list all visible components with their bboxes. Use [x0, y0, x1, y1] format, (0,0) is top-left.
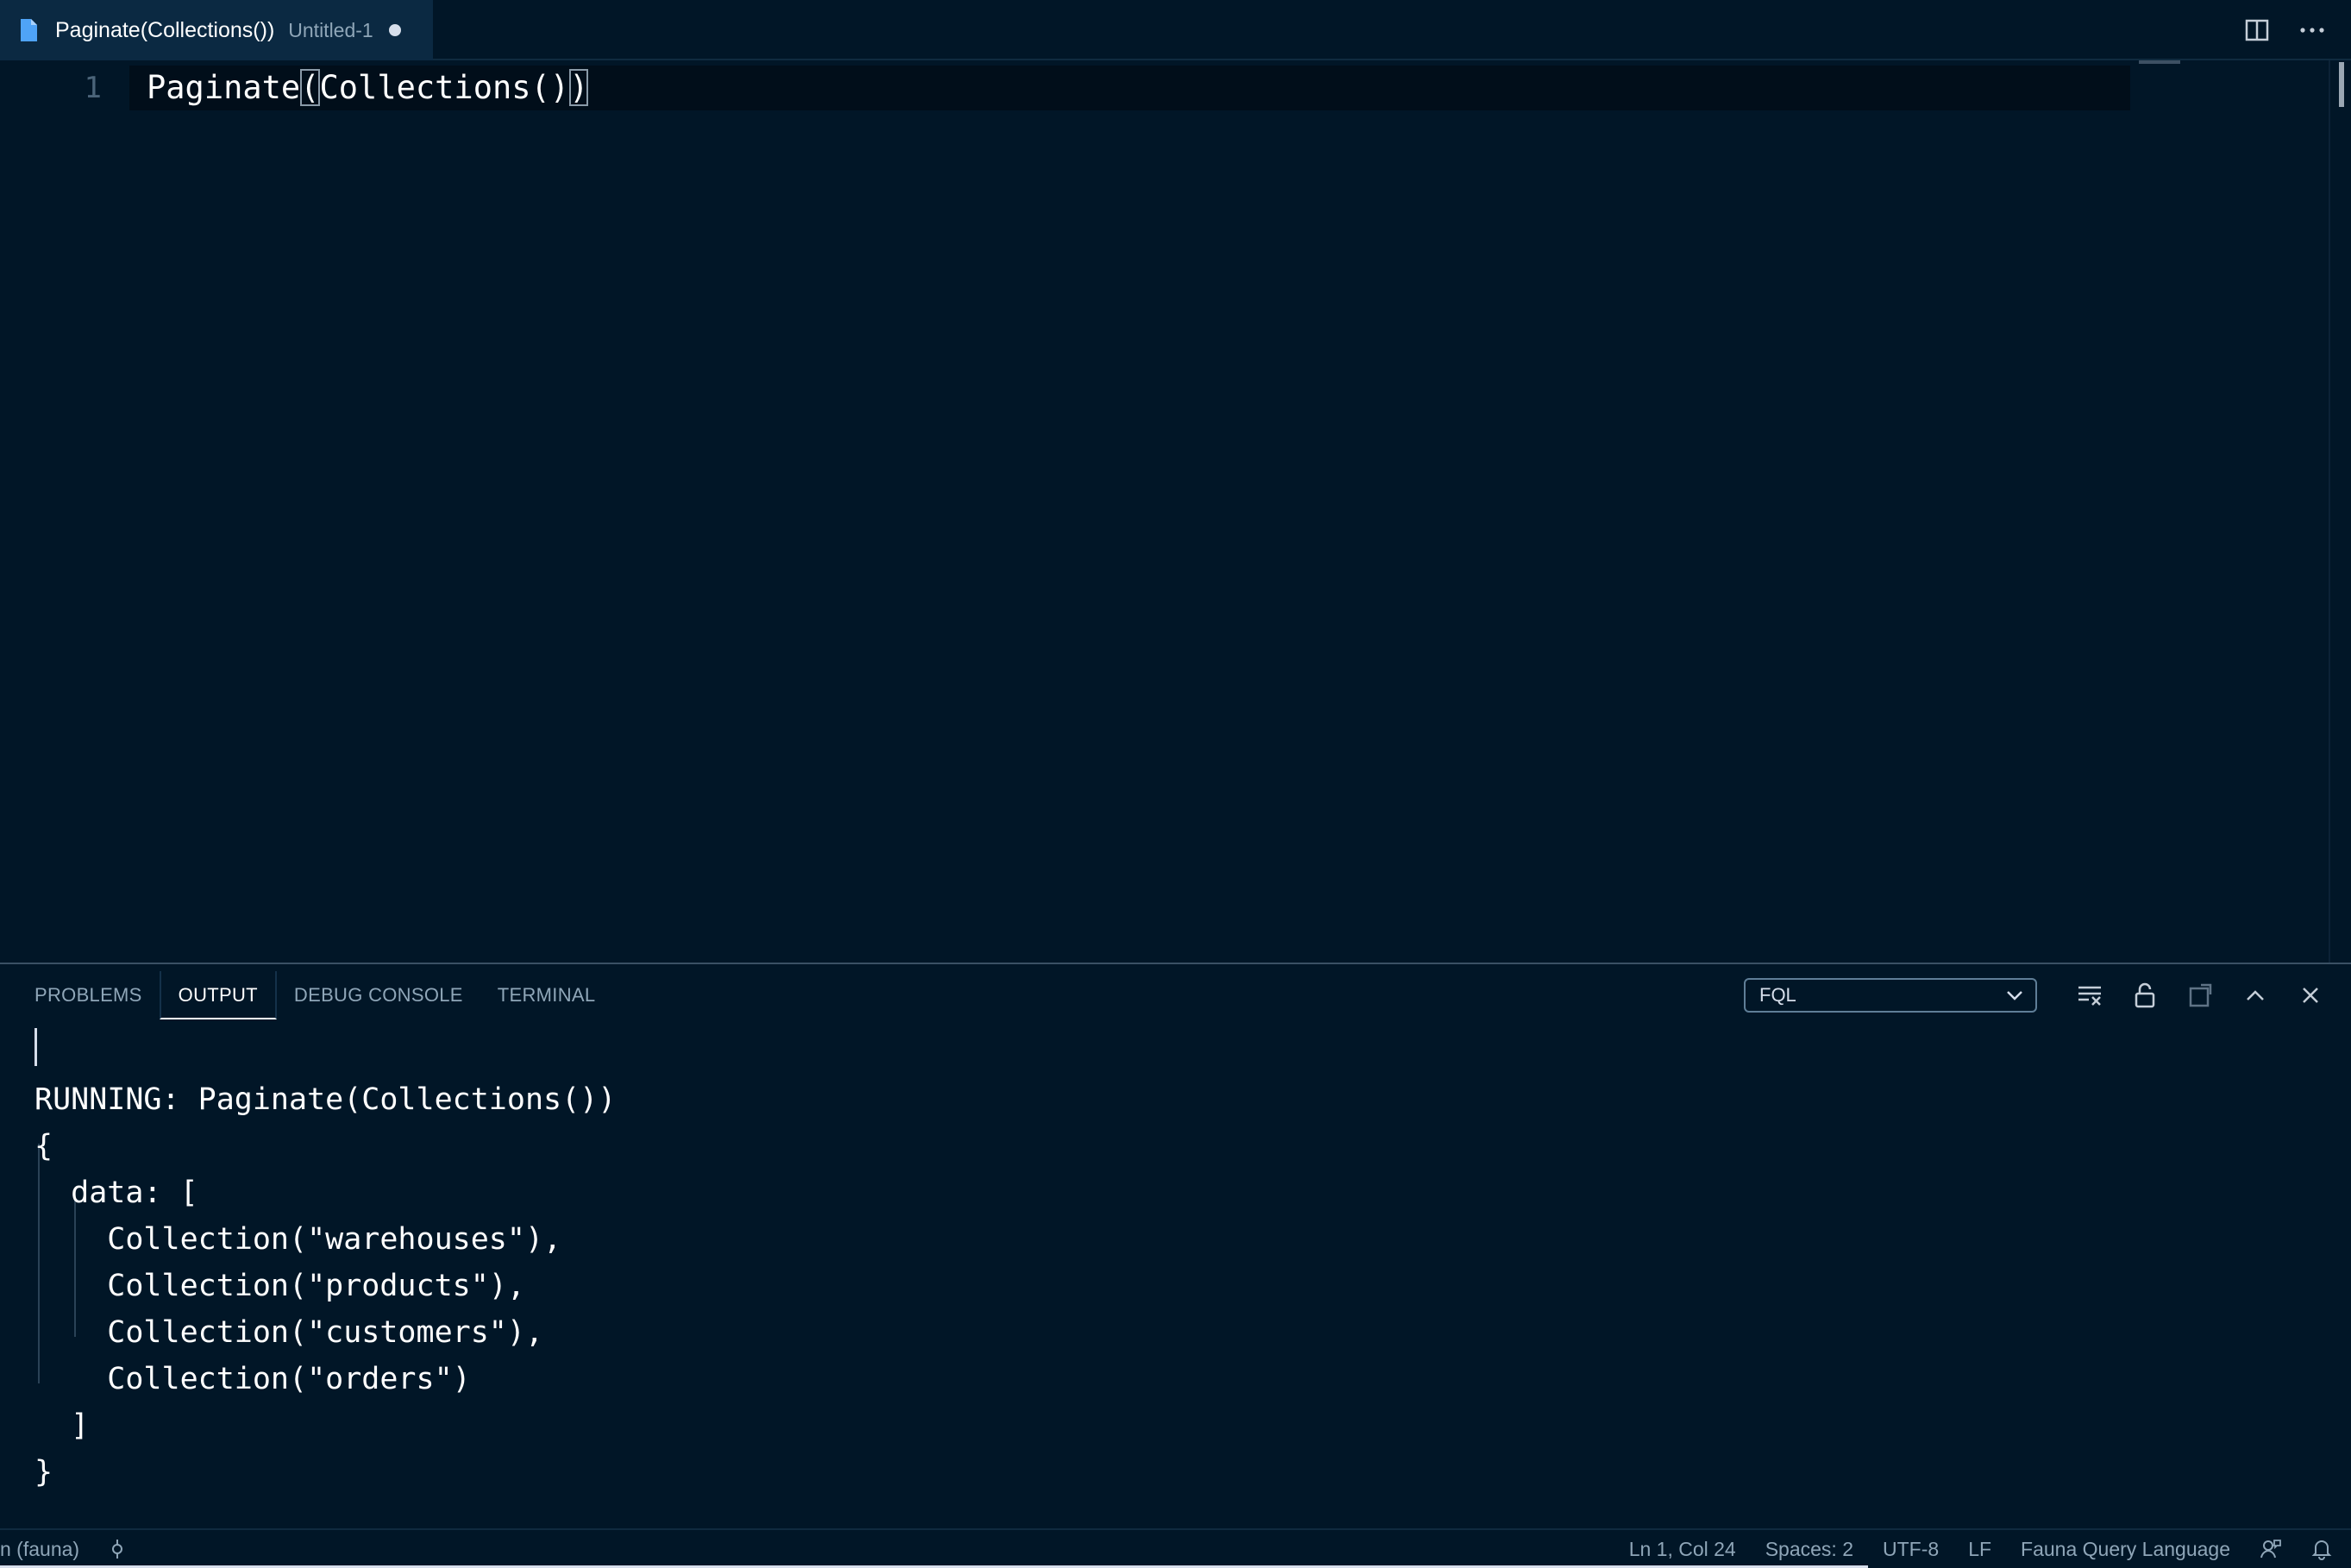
tab-description: Untitled-1 — [288, 18, 373, 41]
output-line: { — [34, 1129, 53, 1163]
git-sync-icon[interactable] — [110, 1538, 124, 1560]
file-icon — [21, 19, 37, 41]
split-editor-icon[interactable] — [2242, 16, 2272, 45]
code-line-1[interactable]: Paginate(Collections()) — [147, 64, 589, 112]
status-encoding[interactable]: UTF-8 — [1883, 1538, 1939, 1561]
bell-icon[interactable] — [2311, 1538, 2332, 1560]
status-language-mode[interactable]: Fauna Query Language — [2021, 1538, 2230, 1561]
status-cursor-position[interactable]: Ln 1, Col 24 — [1629, 1538, 1736, 1561]
tab-terminal[interactable]: TERMINAL — [480, 971, 613, 1019]
line-number: 1 — [84, 71, 102, 105]
status-indentation[interactable]: Spaces: 2 — [1765, 1538, 1853, 1561]
unsaved-indicator-icon[interactable] — [388, 24, 401, 36]
chevron-up-icon[interactable] — [2241, 981, 2270, 1010]
code-editor[interactable]: 1 Paginate(Collections()) — [0, 60, 2351, 963]
status-eol[interactable]: LF — [1968, 1538, 1991, 1561]
minimap-slider[interactable] — [2139, 60, 2180, 64]
bracket-open-match: ( — [300, 69, 320, 106]
bracket-close-match: ) — [569, 69, 589, 106]
code-function-name: Paginate — [147, 69, 301, 106]
lock-scroll-icon[interactable] — [2130, 981, 2160, 1010]
bottom-panel: PROBLEMS OUTPUT DEBUG CONSOLE TERMINAL F… — [0, 963, 2351, 1528]
close-icon[interactable] — [2296, 981, 2325, 1010]
output-channel-value: FQL — [1759, 984, 1796, 1006]
status-left: n (fauna) — [0, 1530, 124, 1568]
output-line: Collection("products"), — [34, 1269, 525, 1303]
output-line: } — [34, 1455, 53, 1490]
output-text[interactable]: RUNNING: Paginate(Collections()) { data:… — [34, 1030, 616, 1496]
code-argument: Collections() — [319, 69, 570, 106]
output-line: Collection("orders") — [34, 1362, 471, 1396]
panel-actions: FQL — [1744, 978, 2325, 1013]
editor-scrollbar[interactable] — [2329, 60, 2351, 963]
clear-output-icon[interactable] — [2075, 981, 2104, 1010]
status-bar: n (fauna) Ln 1, Col 24 Spaces: 2 UTF-8 L… — [0, 1528, 2351, 1568]
more-actions-icon[interactable] — [2298, 16, 2327, 45]
scrollbar-thumb[interactable] — [2339, 62, 2344, 107]
vscode-window: Paginate(Collections()) Untitled-1 1 Pag… — [0, 0, 2351, 1568]
status-right: Ln 1, Col 24 Spaces: 2 UTF-8 LF Fauna Qu… — [1629, 1530, 2332, 1568]
output-line: RUNNING: Paginate(Collections()) — [34, 1082, 617, 1117]
output-line: data: [ — [34, 1176, 198, 1210]
output-line: Collection("warehouses"), — [34, 1222, 562, 1257]
tab-actions — [2242, 16, 2327, 45]
open-in-editor-icon[interactable] — [2185, 981, 2215, 1010]
status-branch[interactable]: n (fauna) — [0, 1538, 79, 1561]
panel-tabs: PROBLEMS OUTPUT DEBUG CONSOLE TERMINAL — [0, 964, 612, 1026]
tab-title: Paginate(Collections()) — [55, 17, 275, 42]
feedback-icon[interactable] — [2260, 1538, 2282, 1560]
tab-problems[interactable]: PROBLEMS — [0, 971, 160, 1019]
editor-tab-bar: Paginate(Collections()) Untitled-1 — [0, 0, 2351, 60]
output-channel-select[interactable]: FQL — [1744, 978, 2037, 1013]
editor-tab-untitled-1[interactable]: Paginate(Collections()) Untitled-1 — [0, 0, 433, 60]
output-line: ] — [34, 1408, 90, 1443]
chevron-down-icon — [2007, 991, 2022, 1000]
tab-output[interactable]: OUTPUT — [159, 971, 277, 1019]
tab-debug-console[interactable]: DEBUG CONSOLE — [277, 971, 480, 1019]
output-line: Collection("customers"), — [34, 1315, 544, 1350]
